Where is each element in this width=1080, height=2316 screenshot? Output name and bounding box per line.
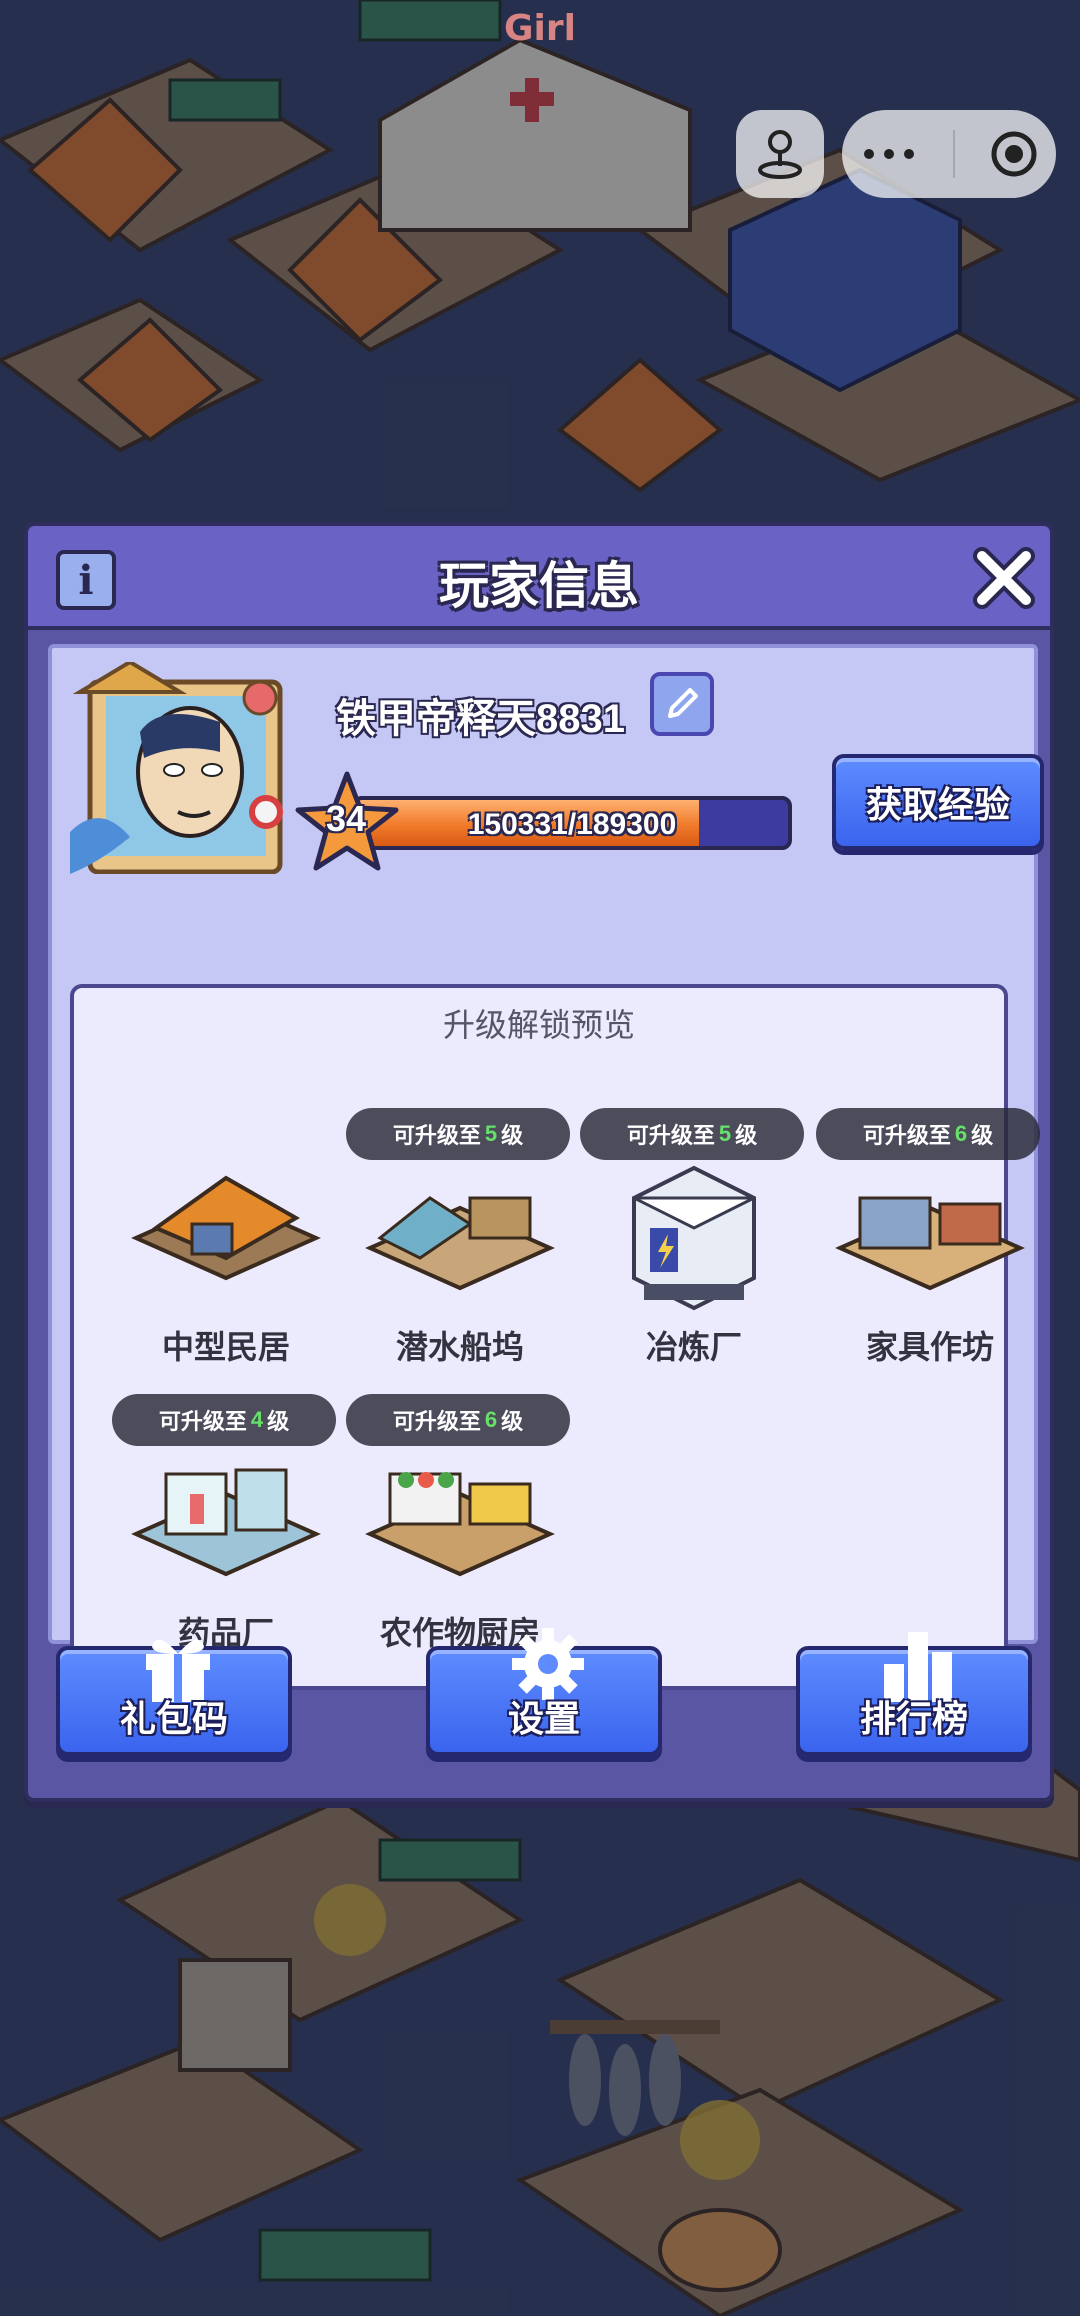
more-icon[interactable] (859, 144, 919, 164)
badge-level: 6 (954, 1121, 968, 1146)
upgrade-unlock-preview: 升级解锁预览 中型民居 可升级至 5 级 潜水船坞 可升级至 5 级 冶炼厂 可… (70, 984, 1040, 1690)
player-name: 铁甲帝释天8831 (336, 697, 625, 741)
close-icon[interactable] (968, 542, 1040, 614)
building-card[interactable]: 中型民居 (108, 1108, 344, 1378)
building-card[interactable]: 可升级至 5 级 冶炼厂 (576, 1108, 812, 1378)
ranking-button[interactable]: 排行榜 (796, 1632, 1032, 1756)
avatar[interactable] (70, 662, 290, 874)
badge-level: 4 (250, 1407, 264, 1432)
ranking-label: 排行榜 (859, 1698, 968, 1739)
badge-suffix: 级 (971, 1123, 994, 1148)
upgrade-badge: 可升级至 4 级 (112, 1394, 336, 1446)
badge-suffix: 级 (501, 1123, 524, 1148)
dialog-header: i 玩家信息 (28, 526, 1050, 630)
badge-suffix: 级 (267, 1409, 290, 1434)
building-card[interactable]: 可升级至 5 级 潜水船坞 (342, 1108, 578, 1378)
joystick-button[interactable] (736, 110, 824, 198)
building-name: 家具作坊 (865, 1329, 994, 1365)
upgrade-badge: 可升级至 5 级 (580, 1108, 804, 1160)
pencil-icon (668, 688, 698, 718)
building-card[interactable]: 可升级至 6 级 家具作坊 (812, 1108, 1048, 1378)
player-info-dialog: i 玩家信息 铁甲帝释天8831 150331/189300 34 获取经验 升… (24, 522, 1054, 1802)
upgrade-badge: 可升级至 6 级 (816, 1108, 1040, 1160)
building-name: 冶炼厂 (645, 1329, 742, 1365)
joystick-icon (758, 130, 802, 179)
preview-title: 升级解锁预览 (442, 1007, 635, 1043)
settings-button[interactable]: 设置 (426, 1628, 662, 1756)
upgrade-badge: 可升级至 5 级 (346, 1108, 570, 1160)
edit-name-button[interactable] (650, 672, 714, 736)
gift-code-label: 礼包码 (119, 1698, 228, 1739)
badge-prefix: 可升级至 (862, 1123, 951, 1148)
building-name: 潜水船坞 (395, 1329, 524, 1365)
badge-suffix: 级 (735, 1123, 758, 1148)
xp-progress-bar: 150331/189300 (352, 796, 792, 850)
badge-prefix: 可升级至 (392, 1123, 481, 1148)
badge-level: 5 (484, 1121, 498, 1146)
badge-level: 5 (718, 1121, 732, 1146)
player-level: 34 (325, 798, 367, 839)
badge-prefix: 可升级至 (158, 1409, 247, 1434)
badge-prefix: 可升级至 (392, 1409, 481, 1434)
building-house-art (131, 1175, 321, 1281)
upgrade-badge: 可升级至 6 级 (346, 1394, 570, 1446)
target-icon[interactable] (989, 129, 1039, 179)
badge-prefix: 可升级至 (626, 1123, 715, 1148)
settings-label: 设置 (507, 1698, 580, 1739)
top-label: Girl (504, 8, 576, 49)
building-name: 中型民居 (161, 1329, 290, 1365)
capsule-divider (953, 130, 955, 178)
player-panel: 铁甲帝释天8831 150331/189300 34 获取经验 升级解锁预览 中… (48, 644, 1044, 1690)
get-exp-button[interactable]: 获取经验 (832, 754, 1044, 850)
badge-suffix: 级 (501, 1409, 524, 1434)
dialog-title: 玩家信息 (439, 558, 639, 614)
xp-text: 150331/189300 (467, 808, 677, 841)
badge-level: 6 (484, 1407, 498, 1432)
mini-program-capsule (842, 110, 1056, 198)
gift-code-button[interactable]: 礼包码 (56, 1639, 292, 1756)
